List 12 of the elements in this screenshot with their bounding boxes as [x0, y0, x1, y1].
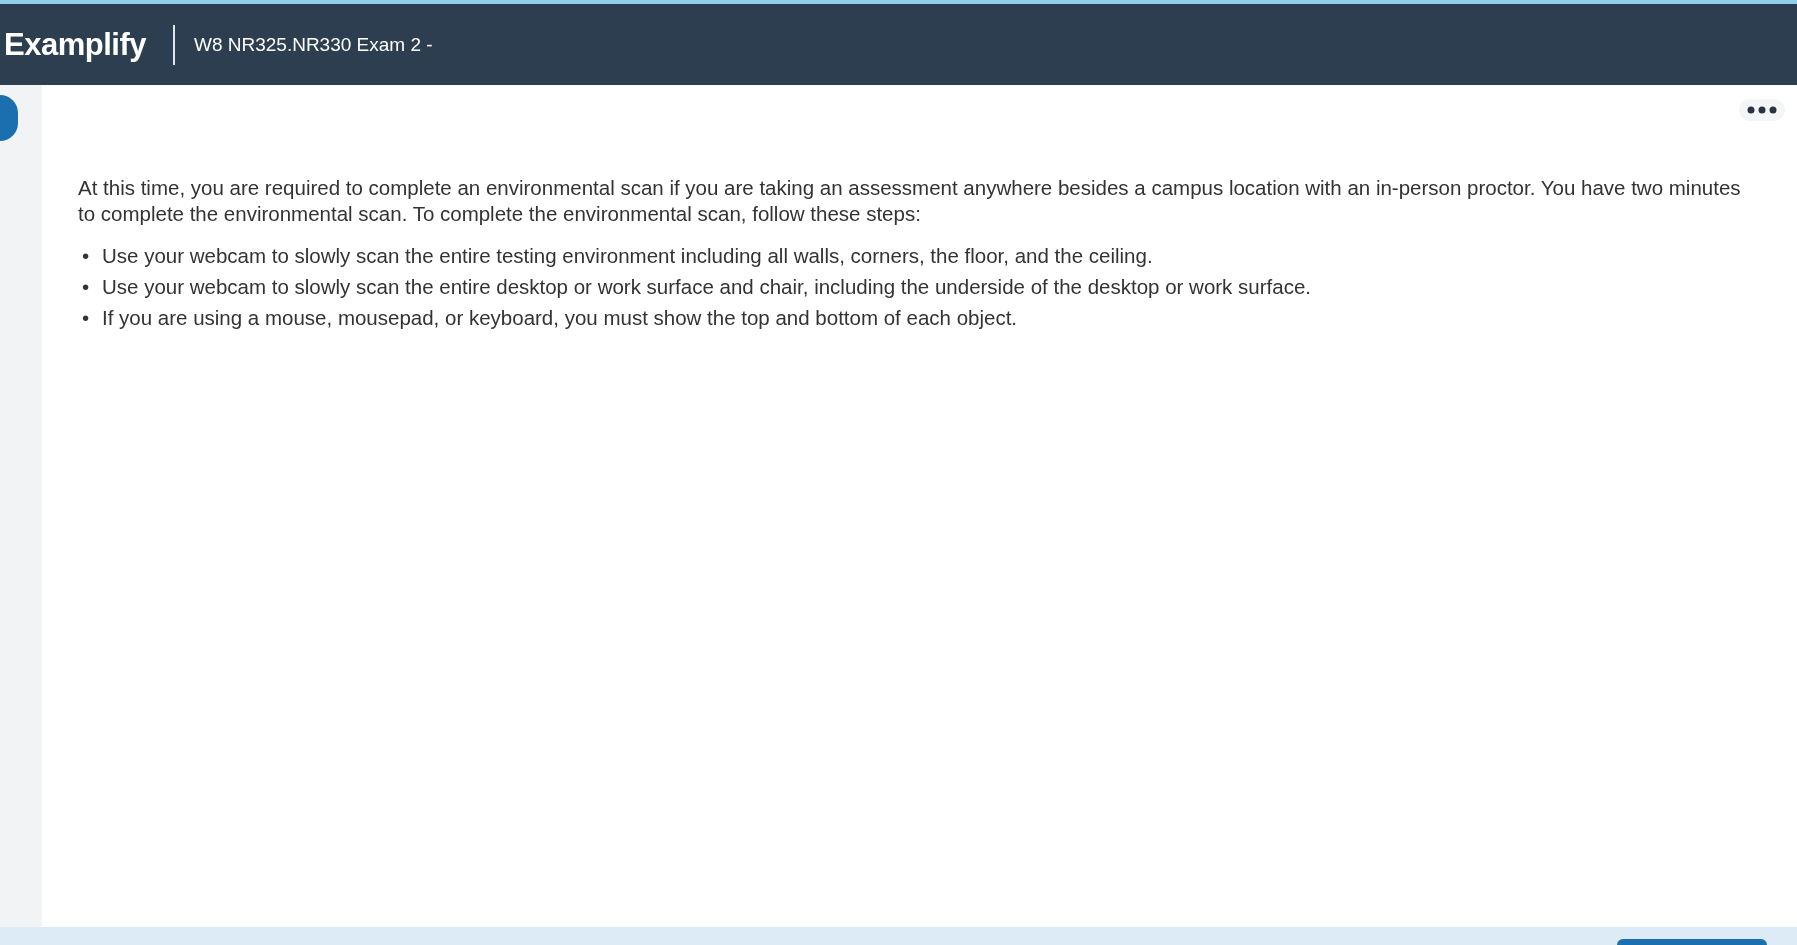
bullet-mark: •: [81, 305, 91, 331]
step-text: If you are using a mouse, mousepad, or keyboard, you must show the top and bottom of each object.: [102, 305, 1018, 331]
bullet-mark: •: [81, 274, 91, 300]
app-logo: Examplify: [4, 26, 146, 63]
instructions-text: At this time, you are required to complete an environmental scan if you are taking an assessment anywhere besides a campus location with an in-person proctor. You have two minutes to complete the environmental scan. To complete the environmental scan, follow these steps:: [78, 175, 1742, 227]
step-text: Use your webcam to slowly scan the entire testing environment including all walls, corners, the floor, and the ceiling.: [102, 243, 1153, 269]
exam-title: W8 NR325.NR330 Exam 2 -: [193, 33, 433, 56]
bullet-mark: •: [81, 243, 91, 269]
more-icon: [1747, 106, 1777, 114]
step-text: Use your webcam to slowly scan the entire desktop or work surface and chair, including the underside of the desktop or work surface.: [102, 274, 1311, 300]
more-button[interactable]: [1739, 99, 1785, 121]
side-tab[interactable]: [0, 95, 18, 141]
